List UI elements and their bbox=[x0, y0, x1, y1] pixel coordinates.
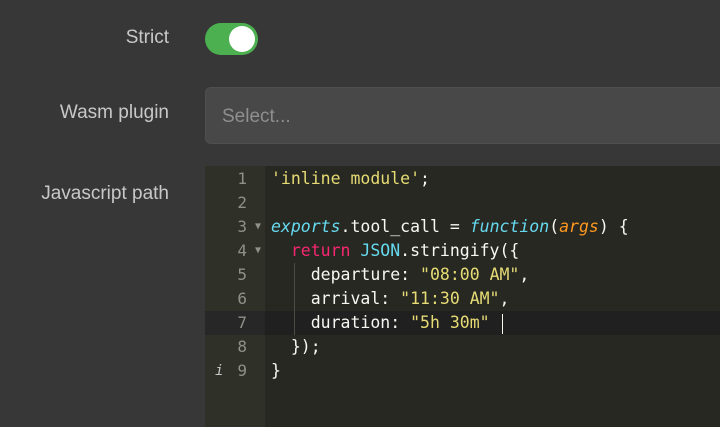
javascript-path-label: Javascript path bbox=[41, 183, 169, 204]
wasm-plugin-select[interactable]: Select... bbox=[205, 87, 720, 144]
code-line: departure: "08:00 AM", bbox=[265, 263, 720, 287]
string-token: 'inline module' bbox=[271, 169, 421, 188]
code-line: } bbox=[265, 359, 720, 383]
indent-guide bbox=[294, 263, 295, 287]
plugin-settings-form: Strict Wasm plugin Select... Javascript … bbox=[0, 0, 720, 427]
line-number: 2 bbox=[237, 193, 247, 212]
indent-guide bbox=[294, 311, 295, 335]
identifier-token: exports bbox=[271, 217, 341, 236]
toggle-knob bbox=[229, 26, 255, 52]
wasm-plugin-placeholder: Select... bbox=[222, 106, 291, 127]
wasm-plugin-label: Wasm plugin bbox=[59, 102, 169, 123]
string-token: "08:00 AM" bbox=[420, 265, 520, 284]
keyword-token: return bbox=[290, 241, 351, 260]
code-line: exports.tool_call = function(args) { bbox=[265, 215, 720, 239]
punct-token: ; bbox=[420, 169, 430, 188]
operator-token: = bbox=[439, 217, 470, 236]
punct-token: . bbox=[340, 217, 351, 236]
indent-guide bbox=[294, 287, 295, 311]
code-line: }); bbox=[265, 335, 720, 359]
code-line-active: duration: "5h 30m" bbox=[265, 311, 720, 335]
gutter-line: 4 ▼ bbox=[205, 239, 265, 263]
param-token: args bbox=[559, 217, 599, 236]
code-line: arrival: "11:30 AM", bbox=[265, 287, 720, 311]
gutter-line: 3 ▼ bbox=[205, 215, 265, 239]
gutter-line: 1 bbox=[205, 167, 265, 191]
line-number: 9 bbox=[237, 361, 247, 380]
gutter-line: 6 bbox=[205, 287, 265, 311]
punct-token bbox=[490, 313, 500, 332]
line-number: 3 bbox=[237, 217, 247, 236]
line-number: 5 bbox=[237, 265, 247, 284]
line-number: 7 bbox=[237, 313, 247, 332]
line-number: 4 bbox=[237, 241, 247, 260]
text-cursor bbox=[501, 313, 503, 334]
punct-token: , bbox=[499, 289, 510, 308]
key-token: departure: bbox=[310, 265, 421, 284]
string-token: "5h 30m" bbox=[410, 313, 490, 332]
editor-gutter: 1 2 3 ▼ 4 ▼ 5 6 7 8 i9 bbox=[205, 166, 265, 427]
code-line: 'inline module'; bbox=[265, 167, 720, 191]
code-editor[interactable]: 1 2 3 ▼ 4 ▼ 5 6 7 8 i9 'inline module'; ex… bbox=[205, 166, 720, 427]
line-number: 1 bbox=[237, 169, 247, 188]
strict-toggle[interactable] bbox=[205, 23, 258, 55]
code-token: .stringify({ bbox=[400, 241, 520, 260]
punct-token: ( bbox=[549, 217, 560, 236]
punct-token: , bbox=[519, 265, 530, 284]
fold-arrow-icon[interactable]: ▼ bbox=[255, 239, 261, 263]
key-token: duration: bbox=[310, 313, 411, 332]
fold-arrow-icon[interactable]: ▼ bbox=[255, 215, 261, 239]
code-line: return JSON.stringify({ bbox=[265, 239, 720, 263]
strict-label: Strict bbox=[125, 27, 169, 48]
gutter-line: 2 bbox=[205, 191, 265, 215]
gutter-line: i9 bbox=[205, 359, 265, 383]
keyword-token: function bbox=[469, 217, 550, 236]
identifier-token: JSON bbox=[350, 241, 401, 260]
gutter-line: 8 bbox=[205, 335, 265, 359]
info-icon[interactable]: i bbox=[215, 359, 223, 383]
code-token: } bbox=[271, 361, 281, 380]
punct-token: ) { bbox=[598, 217, 629, 236]
code-area[interactable]: 'inline module'; exports.tool_call = fun… bbox=[265, 166, 720, 427]
string-token: "11:30 AM" bbox=[400, 289, 500, 308]
gutter-line-active: 7 bbox=[205, 311, 265, 335]
line-number: 8 bbox=[237, 337, 247, 356]
gutter-line: 5 bbox=[205, 263, 265, 287]
line-number: 6 bbox=[237, 289, 247, 308]
identifier-token: tool_call bbox=[350, 217, 440, 236]
key-token: arrival: bbox=[310, 289, 401, 308]
code-token: }); bbox=[290, 337, 321, 356]
